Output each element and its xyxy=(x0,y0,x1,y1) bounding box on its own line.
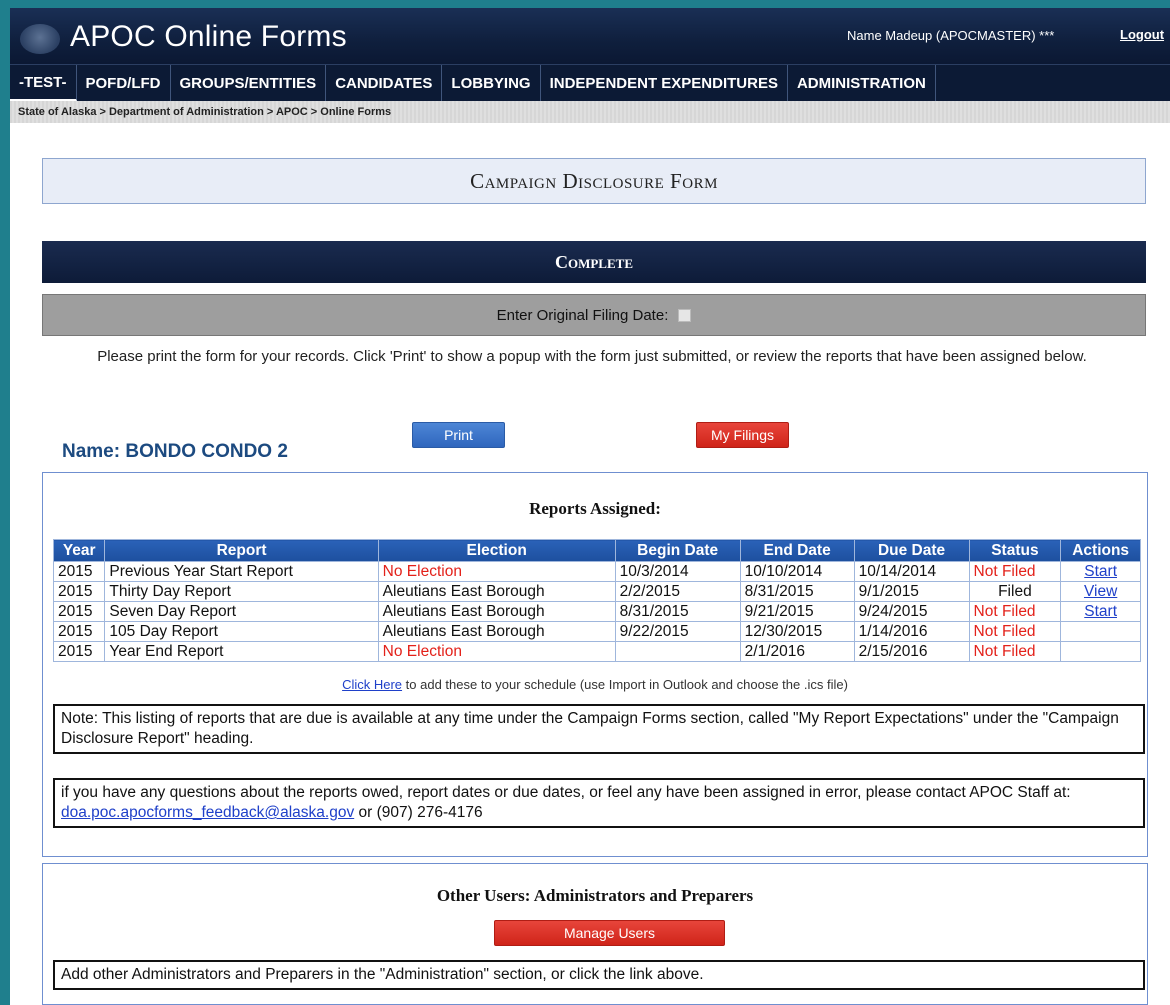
begin-date-cell: 8/31/2015 xyxy=(614,601,741,622)
contact-text: if you have any questions about the repo… xyxy=(61,784,1071,801)
status-cell: Not Filed xyxy=(968,601,1062,622)
column-header: Due Date xyxy=(853,539,970,562)
table-row: 2015 Seven Day Report Aleutians East Bor… xyxy=(52,601,1141,622)
instructions-text: Please print the form for your records. … xyxy=(97,348,1087,365)
end-date-cell: 2/1/2016 xyxy=(739,641,855,662)
status-cell: Not Filed xyxy=(968,621,1062,642)
due-date-cell: 9/24/2015 xyxy=(853,601,970,622)
column-header: Actions xyxy=(1060,539,1141,562)
begin-date-cell: 10/3/2014 xyxy=(614,561,741,582)
report-cell: Year End Report xyxy=(104,641,379,662)
schedule-link[interactable]: Click Here xyxy=(342,677,402,692)
election-cell: Aleutians East Borough xyxy=(377,601,616,622)
table-header-row: Year Report Election Begin Date End Date… xyxy=(52,539,1141,562)
expectations-note: Note: This listing of reports that are d… xyxy=(53,704,1145,754)
filing-date-label: Enter Original Filing Date: xyxy=(496,306,669,324)
nav-item-groups-entities[interactable]: GROUPS/ENTITIES xyxy=(171,65,327,101)
user-name: Name Madeup (APOCMASTER) *** xyxy=(847,28,1055,43)
column-header: Year xyxy=(52,539,106,562)
browser-frame: APOC Online Forms Name Madeup (APOCMASTE… xyxy=(10,8,1170,1005)
end-date-cell: 12/30/2015 xyxy=(739,621,855,642)
report-cell: 105 Day Report xyxy=(104,621,379,642)
reports-table: Year Report Election Begin Date End Date… xyxy=(52,539,1141,662)
action-cell xyxy=(1060,641,1141,662)
start-report-link[interactable]: Start xyxy=(1084,563,1117,580)
page-title: Campaign Disclosure Form xyxy=(470,168,718,193)
report-cell: Thirty Day Report xyxy=(104,581,379,602)
print-button[interactable]: Print xyxy=(412,422,505,448)
status-cell: Not Filed xyxy=(968,641,1062,662)
contact-note: if you have any questions about the repo… xyxy=(53,778,1145,828)
nav-item-pofd-lfd[interactable]: POFD/LFD xyxy=(77,65,171,101)
year-cell: 2015 xyxy=(52,621,106,642)
start-report-link[interactable]: Start xyxy=(1084,603,1117,620)
column-header: End Date xyxy=(739,539,855,562)
table-row: 2015 Year End Report No Election 2/1/201… xyxy=(52,641,1141,662)
due-date-cell: 10/14/2014 xyxy=(853,561,970,582)
due-date-cell: 2/15/2016 xyxy=(853,641,970,662)
status-banner: Complete xyxy=(42,241,1146,283)
reports-title: Reports Assigned: xyxy=(529,499,661,518)
other-users-note: Add other Administrators and Preparers i… xyxy=(53,960,1145,990)
contact-email-link[interactable]: doa.poc.apocforms_feedback@alaska.gov xyxy=(61,804,354,821)
election-cell: No Election xyxy=(377,641,616,662)
action-cell xyxy=(1060,621,1141,642)
state-seal-icon xyxy=(20,24,60,54)
year-cell: 2015 xyxy=(52,581,106,602)
schedule-text: to add these to your schedule (use Impor… xyxy=(402,677,848,692)
schedule-note: Click Here to add these to your schedule… xyxy=(43,677,1147,692)
election-cell: No Election xyxy=(377,561,616,582)
other-users-panel: Other Users: Administrators and Preparer… xyxy=(42,863,1148,1005)
begin-date-cell xyxy=(614,641,741,662)
table-row: 2015 105 Day Report Aleutians East Borou… xyxy=(52,621,1141,642)
my-filings-button[interactable]: My Filings xyxy=(696,422,789,448)
other-users-title: Other Users: Administrators and Preparer… xyxy=(436,886,754,905)
filer-name: Name: BONDO CONDO 2 xyxy=(62,441,288,462)
contact-phone: or (907) 276-4176 xyxy=(354,804,483,821)
status-cell: Filed xyxy=(968,581,1062,602)
end-date-cell: 8/31/2015 xyxy=(739,581,855,602)
table-row: 2015 Previous Year Start Report No Elect… xyxy=(52,561,1141,582)
begin-date-cell: 2/2/2015 xyxy=(614,581,741,602)
status-title: Complete xyxy=(554,251,633,272)
end-date-cell: 9/21/2015 xyxy=(739,601,855,622)
status-cell: Not Filed xyxy=(968,561,1062,582)
year-cell: 2015 xyxy=(52,561,106,582)
app-title: APOC Online Forms xyxy=(70,20,347,53)
nav-item-candidates[interactable]: CANDIDATES xyxy=(326,65,443,101)
table-row: 2015 Thirty Day Report Aleutians East Bo… xyxy=(52,581,1141,602)
nav-item-administration[interactable]: ADMINISTRATION xyxy=(788,65,936,101)
election-cell: Aleutians East Borough xyxy=(377,621,616,642)
report-cell: Seven Day Report xyxy=(104,601,379,622)
column-header: Status xyxy=(968,539,1062,562)
breadcrumb: State of Alaska > Department of Administ… xyxy=(10,101,1170,123)
end-date-cell: 10/10/2014 xyxy=(739,561,855,582)
column-header: Election xyxy=(377,539,616,562)
nav-item-lobbying[interactable]: LOBBYING xyxy=(442,65,541,101)
year-cell: 2015 xyxy=(52,601,106,622)
column-header: Begin Date xyxy=(614,539,741,562)
year-cell: 2015 xyxy=(52,641,106,662)
site-header: APOC Online Forms Name Madeup (APOCMASTE… xyxy=(10,8,1170,64)
form-title-box: Campaign Disclosure Form xyxy=(42,158,1146,204)
nav-item-test[interactable]: -TEST- xyxy=(10,65,77,101)
reports-panel: Reports Assigned: Year Report Election B… xyxy=(42,472,1148,857)
due-date-cell: 9/1/2015 xyxy=(853,581,970,602)
election-cell: Aleutians East Borough xyxy=(377,581,616,602)
filing-date-bar: Enter Original Filing Date: xyxy=(42,294,1146,336)
main-nav: -TEST- POFD/LFD GROUPS/ENTITIES CANDIDAT… xyxy=(10,64,1170,101)
logout-link[interactable]: Logout xyxy=(1120,27,1164,42)
due-date-cell: 1/14/2016 xyxy=(853,621,970,642)
begin-date-cell: 9/22/2015 xyxy=(614,621,741,642)
view-report-link[interactable]: View xyxy=(1084,583,1117,600)
filing-date-checkbox[interactable] xyxy=(678,308,692,322)
nav-item-independent-expenditures[interactable]: INDEPENDENT EXPENDITURES xyxy=(541,65,788,101)
report-cell: Previous Year Start Report xyxy=(104,561,379,582)
manage-users-button[interactable]: Manage Users xyxy=(494,920,725,946)
column-header: Report xyxy=(104,539,379,562)
